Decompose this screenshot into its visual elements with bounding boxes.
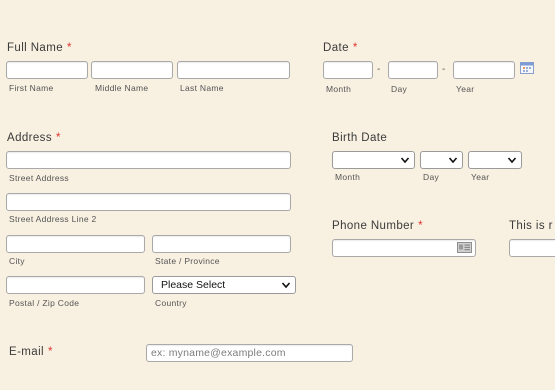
date-separator: -: [377, 64, 381, 75]
extra-field-label: This is r: [509, 220, 553, 232]
street-address-line2-sublabel: Street Address Line 2: [9, 214, 97, 224]
last-name-sublabel: Last Name: [180, 83, 224, 93]
required-mark: *: [56, 132, 61, 144]
city-input[interactable]: [6, 235, 145, 253]
chevron-down-icon: [400, 157, 410, 164]
birth-month-sublabel: Month: [335, 172, 361, 182]
middle-name-sublabel: Middle Name: [95, 83, 149, 93]
street-address-input[interactable]: [6, 151, 291, 169]
date-day-sublabel: Day: [391, 84, 408, 94]
email-label: E-mail *: [9, 346, 53, 358]
phone-number-label: Phone Number *: [332, 220, 424, 232]
state-province-sublabel: State / Province: [155, 256, 220, 266]
first-name-sublabel: First Name: [9, 83, 54, 93]
birth-day-select[interactable]: [420, 151, 463, 169]
date-label: Date *: [323, 42, 358, 54]
date-separator: -: [442, 64, 446, 75]
chevron-down-icon: [281, 282, 291, 289]
street-address-line2-input[interactable]: [6, 193, 291, 211]
city-sublabel: City: [9, 256, 25, 266]
birth-month-select[interactable]: [332, 151, 415, 169]
required-mark: *: [48, 346, 53, 358]
postal-code-input[interactable]: [6, 276, 145, 294]
phone-number-input[interactable]: [332, 239, 476, 257]
full-name-label: Full Name *: [7, 42, 72, 54]
date-year-input[interactable]: [453, 61, 515, 79]
date-month-sublabel: Month: [326, 84, 352, 94]
birth-year-sublabel: Year: [471, 172, 490, 182]
required-mark: *: [67, 42, 72, 54]
required-mark: *: [418, 220, 424, 232]
date-year-sublabel: Year: [456, 84, 475, 94]
email-input[interactable]: ex: myname@example.com: [146, 344, 353, 362]
birth-day-sublabel: Day: [423, 172, 440, 182]
required-mark: *: [352, 42, 358, 54]
calendar-icon[interactable]: [520, 61, 534, 74]
postal-code-sublabel: Postal / Zip Code: [9, 298, 80, 308]
birth-year-select[interactable]: [468, 151, 522, 169]
middle-name-input[interactable]: [91, 61, 173, 79]
chevron-down-icon: [507, 157, 517, 164]
extra-field-input[interactable]: [509, 239, 555, 257]
street-address-sublabel: Street Address: [9, 173, 69, 183]
country-sublabel: Country: [155, 298, 187, 308]
first-name-input[interactable]: [6, 61, 88, 79]
country-select-value: Please Select: [161, 279, 226, 291]
birth-date-label: Birth Date: [332, 132, 388, 144]
address-label: Address *: [7, 132, 61, 144]
contact-card-icon: [457, 242, 472, 253]
chevron-down-icon: [448, 157, 458, 164]
state-province-input[interactable]: [152, 235, 291, 253]
last-name-input[interactable]: [177, 61, 290, 79]
date-day-input[interactable]: [388, 61, 438, 79]
form-page: { "full_name": { "label": "Full Name", "…: [0, 0, 555, 390]
date-month-input[interactable]: [323, 61, 373, 79]
country-select[interactable]: Please Select: [152, 276, 296, 294]
